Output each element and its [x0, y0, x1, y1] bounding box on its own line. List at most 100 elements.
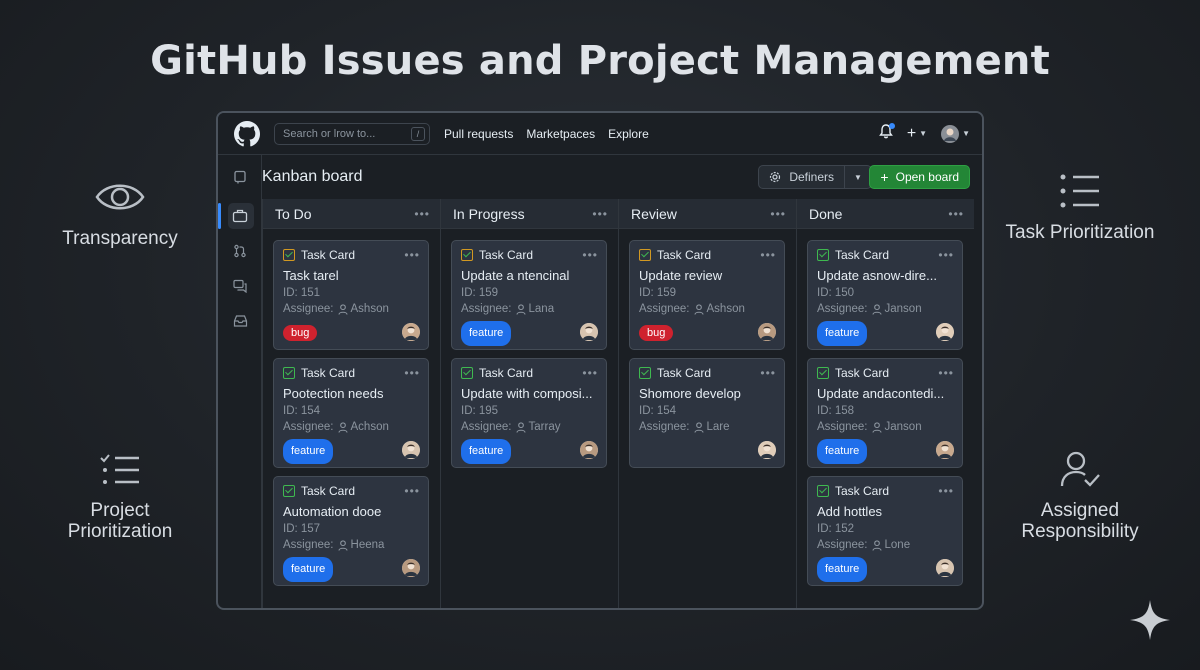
label-feature[interactable]: feature: [817, 320, 868, 346]
feature-assigned-responsibility: Assigned Responsibility: [1000, 450, 1160, 542]
create-new-button[interactable]: + ▼: [907, 125, 927, 143]
card-title[interactable]: Update andacontedi...: [817, 386, 954, 401]
task-card[interactable]: Task Card ••• Update with composi... ID:…: [451, 358, 607, 468]
checkbox-icon: [283, 367, 295, 379]
checkbox-icon: [461, 367, 473, 379]
column-menu-icon[interactable]: •••: [592, 207, 608, 221]
card-header: Task Card •••: [817, 366, 954, 380]
task-card[interactable]: Task Card ••• Pootection needs ID: 154 A…: [273, 358, 429, 468]
card-menu-icon[interactable]: •••: [938, 248, 954, 262]
sidebar-item-inbox[interactable]: [230, 311, 250, 331]
assignee-prefix: Assignee:: [817, 421, 868, 433]
avatar: [580, 323, 598, 341]
card-type-label: Task Card: [479, 248, 534, 262]
label-bug[interactable]: bug: [639, 325, 674, 341]
card-type-label: Task Card: [301, 484, 356, 498]
card-title[interactable]: Automation dooe: [283, 504, 420, 519]
card-title[interactable]: Shomore develop: [639, 386, 776, 401]
assignee-prefix: Assignee:: [283, 539, 334, 551]
label-feature[interactable]: feature: [817, 556, 868, 582]
assignee-name: Lana: [528, 303, 555, 315]
card-menu-icon[interactable]: •••: [760, 248, 776, 262]
card-menu-icon[interactable]: •••: [938, 366, 954, 380]
user-menu-button[interactable]: ▼: [941, 124, 970, 143]
column-menu-icon[interactable]: •••: [414, 207, 430, 221]
card-title[interactable]: Update asnow-dire...: [817, 268, 954, 283]
card-header: Task Card •••: [639, 366, 776, 380]
card-menu-icon[interactable]: •••: [404, 484, 420, 498]
card-title[interactable]: Update review: [639, 268, 776, 283]
card-type-label: Task Card: [657, 366, 712, 380]
card-id: ID: 195: [461, 405, 499, 417]
task-card[interactable]: Task Card ••• Update asnow-dire... ID: 1…: [807, 240, 963, 350]
task-card[interactable]: Task Card ••• Add hottles ID: 152 Assign…: [807, 476, 963, 586]
avatar: [580, 441, 598, 459]
card-id: ID: 158: [817, 405, 855, 417]
task-card[interactable]: Task Card ••• Shomore develop ID: 154 As…: [629, 358, 785, 468]
column-menu-icon[interactable]: •••: [948, 207, 964, 221]
card-title[interactable]: Task tarel: [283, 268, 420, 283]
sidebar-item-projects[interactable]: [230, 206, 250, 226]
label-feature[interactable]: feature: [461, 438, 512, 464]
card-assignee: Assignee: Ashson: [283, 303, 420, 315]
card-title[interactable]: Add hottles: [817, 504, 954, 519]
definers-dropdown-button[interactable]: ▼: [845, 166, 871, 188]
card-header: Task Card •••: [817, 248, 954, 262]
sidebar-item-discussions[interactable]: [230, 276, 250, 296]
sidebar-item-pull-requests[interactable]: [230, 241, 250, 261]
column-header: In Progress •••: [441, 199, 618, 229]
task-card[interactable]: Task Card ••• Update a ntencinal ID: 159…: [451, 240, 607, 350]
card-menu-icon[interactable]: •••: [938, 484, 954, 498]
label-feature[interactable]: feature: [283, 438, 334, 464]
card-title[interactable]: Update a ntencinal: [461, 268, 598, 283]
label-feature[interactable]: feature: [817, 438, 868, 464]
person-icon: [515, 303, 526, 315]
card-labels: bugfeature: [283, 556, 420, 582]
card-labels: bugfeature: [461, 320, 598, 346]
book-icon: [234, 170, 246, 184]
task-card[interactable]: Task Card ••• Update review ID: 159 Assi…: [629, 240, 785, 350]
assignee-prefix: Assignee:: [461, 421, 512, 433]
nav-pull-requests[interactable]: Pull requests: [444, 127, 513, 141]
github-logo[interactable]: [234, 120, 260, 147]
card-header: Task Card •••: [283, 366, 420, 380]
label-feature[interactable]: feature: [283, 556, 334, 582]
search-input[interactable]: Search or lrow to... /: [274, 122, 430, 145]
task-card[interactable]: Task Card ••• Automation dooe ID: 157 As…: [273, 476, 429, 586]
column-cards: Task Card ••• Task tarel ID: 151 Assigne…: [263, 229, 440, 586]
assignee-prefix: Assignee:: [283, 303, 334, 315]
inbox-icon: [233, 315, 247, 327]
card-title[interactable]: Update with composi...: [461, 386, 598, 401]
card-menu-icon[interactable]: •••: [582, 366, 598, 380]
card-assignee: Assignee: Lare: [639, 421, 776, 433]
definers-button[interactable]: Definers: [759, 166, 845, 188]
sidebar-item-book[interactable]: [230, 167, 250, 187]
card-title[interactable]: Pootection needs: [283, 386, 420, 401]
card-menu-icon[interactable]: •••: [582, 248, 598, 262]
task-card[interactable]: Task Card ••• Task tarel ID: 151 Assigne…: [273, 240, 429, 350]
plus-icon: +: [906, 124, 917, 142]
task-card[interactable]: Task Card ••• Update andacontedi... ID: …: [807, 358, 963, 468]
card-menu-icon[interactable]: •••: [404, 366, 420, 380]
nav-marketplace[interactable]: Marketpaces: [526, 127, 595, 141]
person-icon: [693, 303, 704, 315]
chevron-down-icon: ▼: [854, 172, 862, 182]
card-type: Task Card: [817, 248, 889, 262]
label-bug[interactable]: bug: [283, 325, 318, 341]
plus-icon: +: [880, 169, 889, 185]
checkbox-icon: [639, 249, 651, 261]
checkbox-icon: [283, 485, 295, 497]
kanban-column: Review ••• Task Card ••• Update review I…: [618, 199, 796, 608]
label-feature[interactable]: feature: [461, 320, 512, 346]
kanban-column: In Progress ••• Task Card ••• Update a n…: [440, 199, 618, 608]
person-icon: [337, 303, 348, 315]
avatar: [941, 124, 960, 143]
notifications-button[interactable]: [878, 122, 895, 144]
person-icon: [337, 539, 348, 551]
column-menu-icon[interactable]: •••: [770, 207, 786, 221]
card-menu-icon[interactable]: •••: [404, 248, 420, 262]
card-menu-icon[interactable]: •••: [760, 366, 776, 380]
open-board-button[interactable]: + Open board: [869, 165, 970, 189]
feature-label: Transparency: [62, 228, 178, 249]
nav-explore[interactable]: Explore: [608, 127, 649, 141]
